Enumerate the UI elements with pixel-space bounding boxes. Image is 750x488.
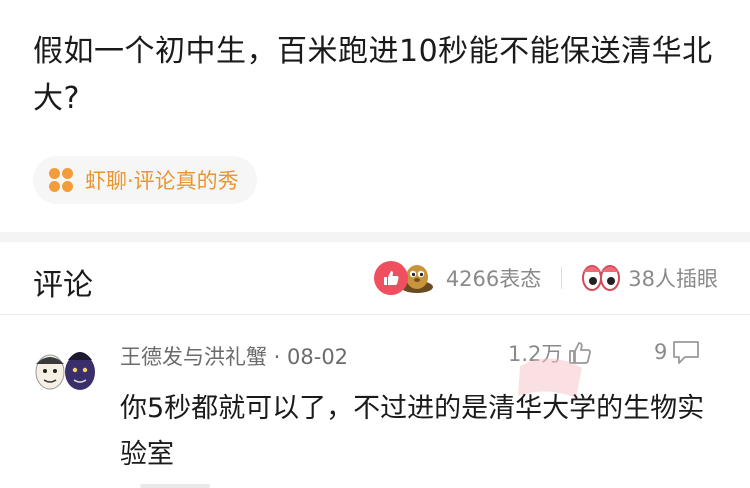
avatar[interactable] — [30, 342, 100, 394]
comment-reply-button[interactable]: 9 — [654, 338, 701, 366]
comment-reply-count: 9 — [654, 340, 668, 364]
comments-title: 评论 — [33, 268, 93, 303]
topic-tag[interactable]: 虾聊·评论真的秀 — [33, 156, 257, 204]
reply-bubble-icon — [673, 341, 700, 364]
topic-label: 虾聊·评论真的秀 — [85, 169, 239, 193]
thumbs-up-icon[interactable] — [373, 261, 408, 295]
header-divider — [0, 314, 750, 315]
post-title: 假如一个初中生，百米跑进10秒能不能保送清华北大? — [33, 34, 713, 116]
comments-header: 评论 4266表态 38人插眼 — [0, 242, 750, 314]
eyes-icon[interactable] — [582, 263, 621, 293]
reactions-count: 4266表态 — [445, 267, 542, 291]
comment-username[interactable]: 王德发与洪礼蟹 · 08-02 — [120, 341, 348, 371]
viewers-count: 38人插眼 — [628, 267, 718, 291]
four-dots-icon — [49, 168, 73, 192]
section-divider — [0, 232, 750, 242]
reaction-stats: 4266表态 38人插眼 — [373, 260, 718, 296]
comment-text: 你5秒都就可以了，不过进的是清华大学的生物实验室 — [120, 393, 705, 470]
scroll-indicator — [140, 484, 210, 488]
stats-separator — [561, 267, 563, 289]
